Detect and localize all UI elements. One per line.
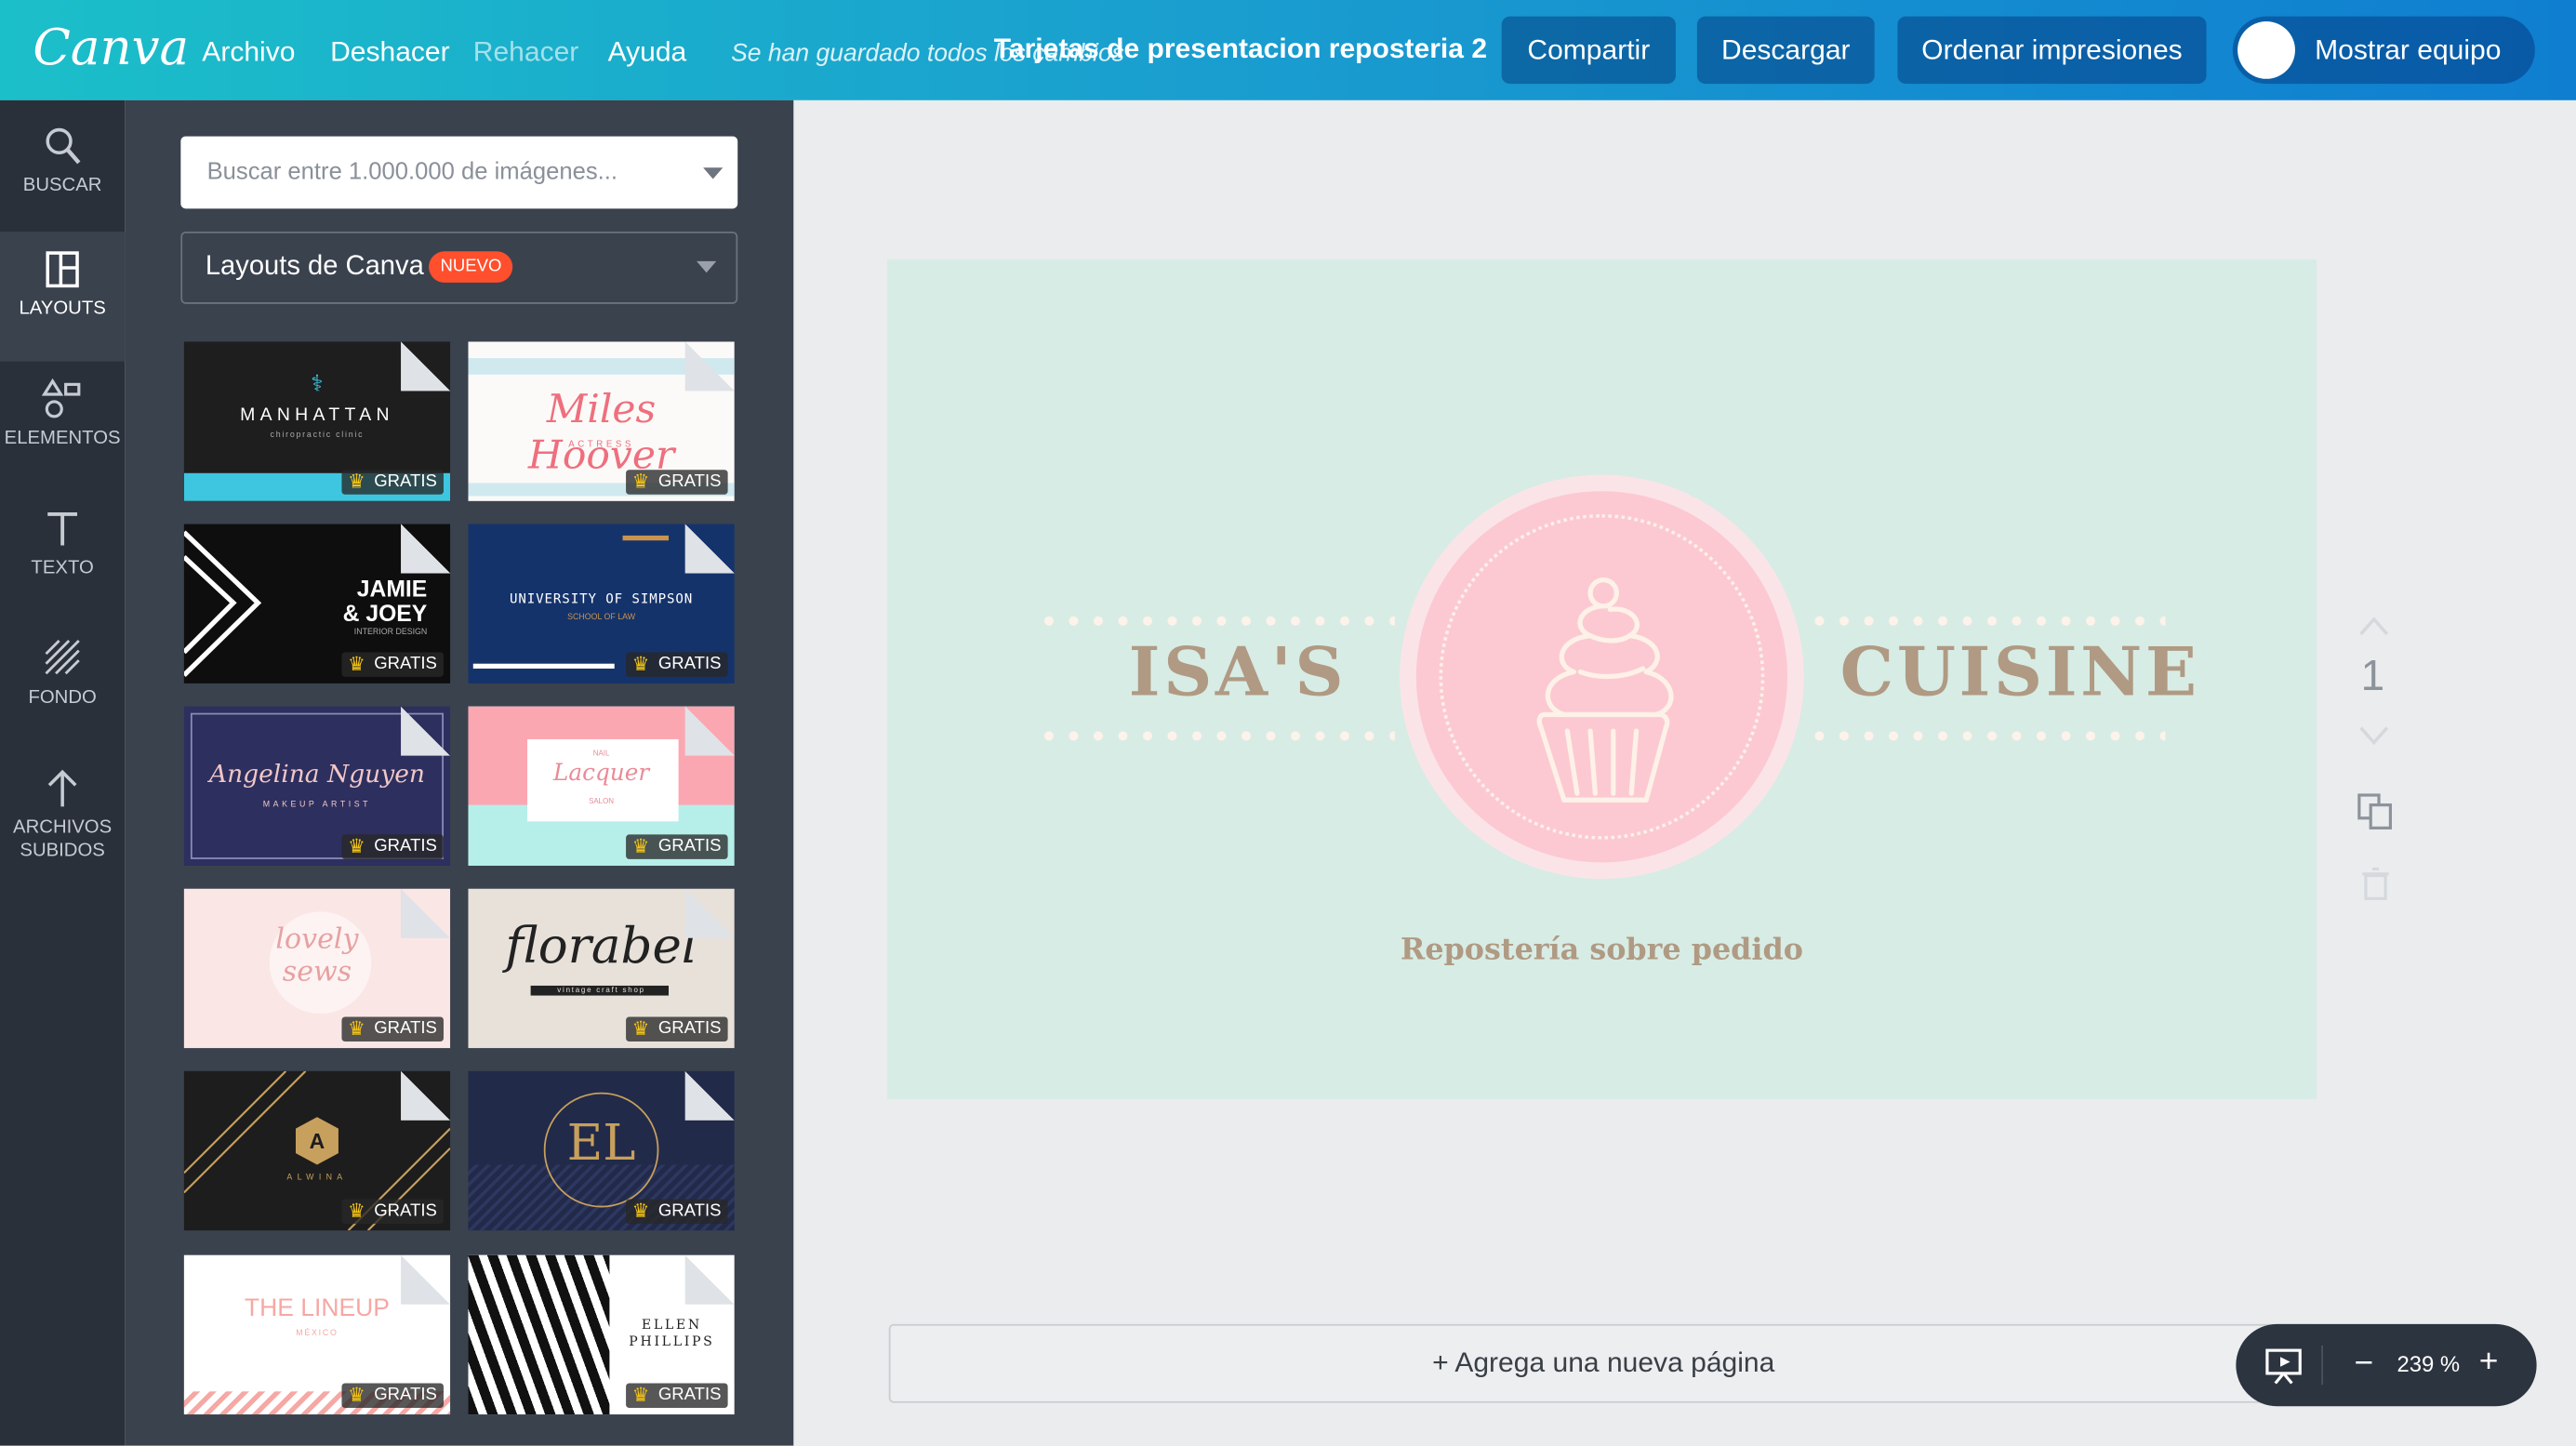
free-badge: GRATIS	[340, 834, 444, 859]
upload-icon	[47, 769, 77, 807]
tagline[interactable]: Repostería sobre pedido	[887, 933, 2317, 967]
layout-card-jamie-joey[interactable]: JAMIE & JOEY INTERIOR DESIGN GRATIS	[183, 524, 451, 683]
layout-card-nail-lacquer[interactable]: NAIL Lacquer SALON GRATIS	[468, 706, 735, 866]
layout-card-the-lineup[interactable]: THE LINEUP MÉXICO GRATIS	[183, 1254, 451, 1415]
page-number: 1	[2360, 650, 2385, 700]
layouts-icon	[46, 251, 79, 288]
nav-buscar[interactable]: BUSCAR	[0, 109, 125, 239]
canva-logo[interactable]: Canva	[33, 20, 189, 77]
layout-card-lovely-sews[interactable]: lovely sews GRATIS	[183, 888, 451, 1049]
side-nav: BUSCAR LAYOUTS ELEMENTOS TEXTO FONDO ARC…	[0, 99, 126, 1446]
menu-rehacer[interactable]: Rehacer	[473, 36, 579, 69]
logo-circle[interactable]	[1400, 474, 1804, 880]
new-badge: NUEVO	[429, 251, 513, 283]
nav-archivos-subidos[interactable]: ARCHIVOS SUBIDOS	[0, 750, 125, 898]
nav-fondo[interactable]: FONDO	[0, 621, 125, 751]
delete-page-icon[interactable]	[2359, 866, 2392, 902]
zoom-level[interactable]: 239 %	[2397, 1352, 2460, 1376]
layout-card-university-simpson[interactable]: UNIVERSITY OF SIMPSON SCHOOL OF LAW GRAT…	[468, 524, 735, 683]
chevron-down-icon	[697, 260, 717, 273]
menu-deshacer[interactable]: Deshacer	[330, 36, 450, 69]
free-badge: GRATIS	[340, 1383, 444, 1408]
dot-line-top-left	[1036, 616, 1395, 627]
share-button[interactable]: Compartir	[1501, 16, 1676, 85]
chevron-down-icon[interactable]	[703, 167, 724, 179]
free-badge: GRATIS	[340, 652, 444, 677]
free-badge: GRATIS	[625, 1016, 728, 1042]
page-up-icon[interactable]	[2357, 615, 2390, 638]
layout-card-angelina-nguyen[interactable]: Angelina Nguyen MAKEUP ARTIST GRATIS	[183, 706, 451, 866]
order-prints-button[interactable]: Ordenar impresiones	[1897, 16, 2207, 85]
download-button[interactable]: Descargar	[1696, 16, 1875, 85]
zoom-out-button[interactable]: −	[2355, 1346, 2374, 1384]
free-badge: GRATIS	[340, 1199, 444, 1225]
layouts-panel: Buscar entre 1.000.000 de imágenes... La…	[125, 99, 794, 1446]
zoom-control: − 239 % +	[2236, 1323, 2537, 1407]
dot-line-bottom-right	[1807, 731, 2166, 741]
layout-card-ellen-phillips[interactable]: ELLEN PHILLIPS GRATIS	[468, 1254, 735, 1415]
shapes-icon	[41, 378, 81, 418]
chevron-pattern	[183, 530, 262, 677]
layouts-dropdown[interactable]: Layouts de Canva NUEVO	[180, 232, 738, 304]
free-badge: GRATIS	[625, 1199, 728, 1225]
layout-card-miles-hoover[interactable]: Miles Hoover ACTRESS GRATIS	[468, 341, 735, 501]
layout-card-alwina[interactable]: A ALWINA GRATIS	[183, 1070, 451, 1231]
business-name-right[interactable]: CUISINE	[1840, 632, 2200, 711]
top-bar: Canva Archivo Deshacer Rehacer Ayuda Se …	[0, 0, 2576, 100]
menu-ayuda[interactable]: Ayuda	[608, 36, 687, 69]
free-badge: GRATIS	[340, 1016, 444, 1042]
dot-line-top-right	[1807, 616, 2166, 627]
page-down-icon[interactable]	[2357, 724, 2390, 748]
layout-card-manhattan[interactable]: ⚕ MANHATTAN chiropractic clinic GRATIS	[183, 341, 451, 501]
nav-layouts[interactable]: LAYOUTS	[0, 232, 126, 362]
business-name-left[interactable]: ISA'S	[1129, 632, 1348, 711]
free-badge: GRATIS	[625, 470, 728, 495]
image-search-input[interactable]: Buscar entre 1.000.000 de imágenes...	[180, 136, 738, 209]
menu-archivo[interactable]: Archivo	[202, 36, 295, 69]
search-icon	[46, 127, 81, 165]
dot-line-bottom-left	[1036, 731, 1395, 741]
text-icon	[47, 512, 78, 546]
presentation-icon[interactable]	[2264, 1346, 2303, 1385]
layout-card-el[interactable]: EL GRATIS	[468, 1070, 735, 1231]
add-page-button[interactable]: + Agrega una nueva página	[888, 1323, 2318, 1403]
nav-texto[interactable]: TEXTO	[0, 491, 125, 621]
copy-page-icon[interactable]	[2356, 792, 2395, 831]
document-title[interactable]: Tarjetas de presentacion reposteria 2	[994, 33, 1487, 65]
free-badge: GRATIS	[625, 1383, 728, 1408]
layout-card-florabel[interactable]: florabel vintage craft shop GRATIS	[468, 888, 735, 1049]
background-pattern-icon	[45, 639, 80, 675]
show-team-button[interactable]: Mostrar equipo	[2232, 16, 2535, 85]
free-badge: GRATIS	[625, 834, 728, 859]
zoom-in-button[interactable]: +	[2479, 1344, 2499, 1382]
free-badge: GRATIS	[340, 470, 444, 495]
free-badge: GRATIS	[625, 652, 728, 677]
nav-elementos[interactable]: ELEMENTOS	[0, 362, 125, 492]
cupcake-icon	[1536, 577, 1674, 803]
avatar	[2237, 20, 2295, 79]
show-team-label: Mostrar equipo	[2315, 34, 2502, 66]
design-artboard[interactable]: ISA'S CUISINE Repostería sobre pedido	[886, 259, 2317, 1099]
